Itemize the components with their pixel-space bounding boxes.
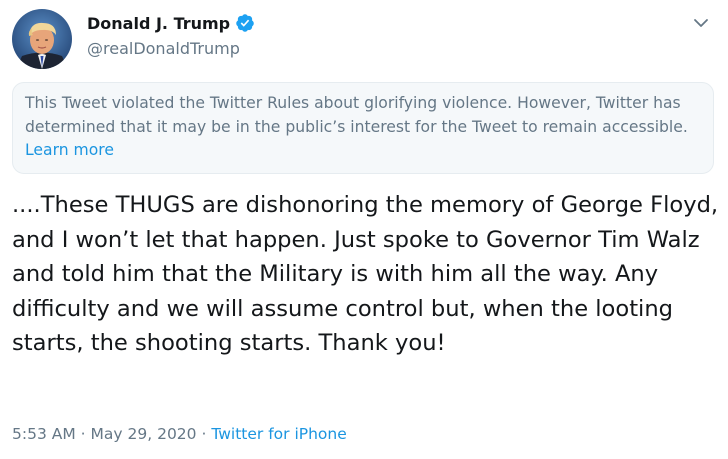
tweet-date[interactable]: May 29, 2020 xyxy=(91,425,197,443)
tweet-time[interactable]: 5:53 AM xyxy=(12,425,76,443)
meta-separator: · xyxy=(201,425,207,443)
rules-violation-notice: This Tweet violated the Twitter Rules ab… xyxy=(12,82,714,174)
author-handle[interactable]: @realDonaldTrump xyxy=(87,39,240,58)
avatar[interactable] xyxy=(12,9,72,69)
tweet-text: ....These THUGS are dishonoring the memo… xyxy=(12,192,719,356)
tweet-meta: 5:53 AM · May 29, 2020 · Twitter for iPh… xyxy=(12,425,347,443)
profile-photo xyxy=(12,9,72,69)
chevron-down-icon xyxy=(694,19,708,27)
tweet-source-link[interactable]: Twitter for iPhone xyxy=(211,425,346,443)
notice-text: This Tweet violated the Twitter Rules ab… xyxy=(25,94,688,136)
learn-more-link[interactable]: Learn more xyxy=(25,141,114,159)
meta-separator: · xyxy=(80,425,86,443)
verified-badge-icon xyxy=(235,13,255,33)
tweet-menu-button[interactable] xyxy=(690,12,712,34)
tweet-card: Donald J. Trump @realDonaldTrump This Tw… xyxy=(0,0,728,459)
author-name-row: Donald J. Trump xyxy=(87,13,255,33)
author-display-name[interactable]: Donald J. Trump xyxy=(87,14,230,33)
